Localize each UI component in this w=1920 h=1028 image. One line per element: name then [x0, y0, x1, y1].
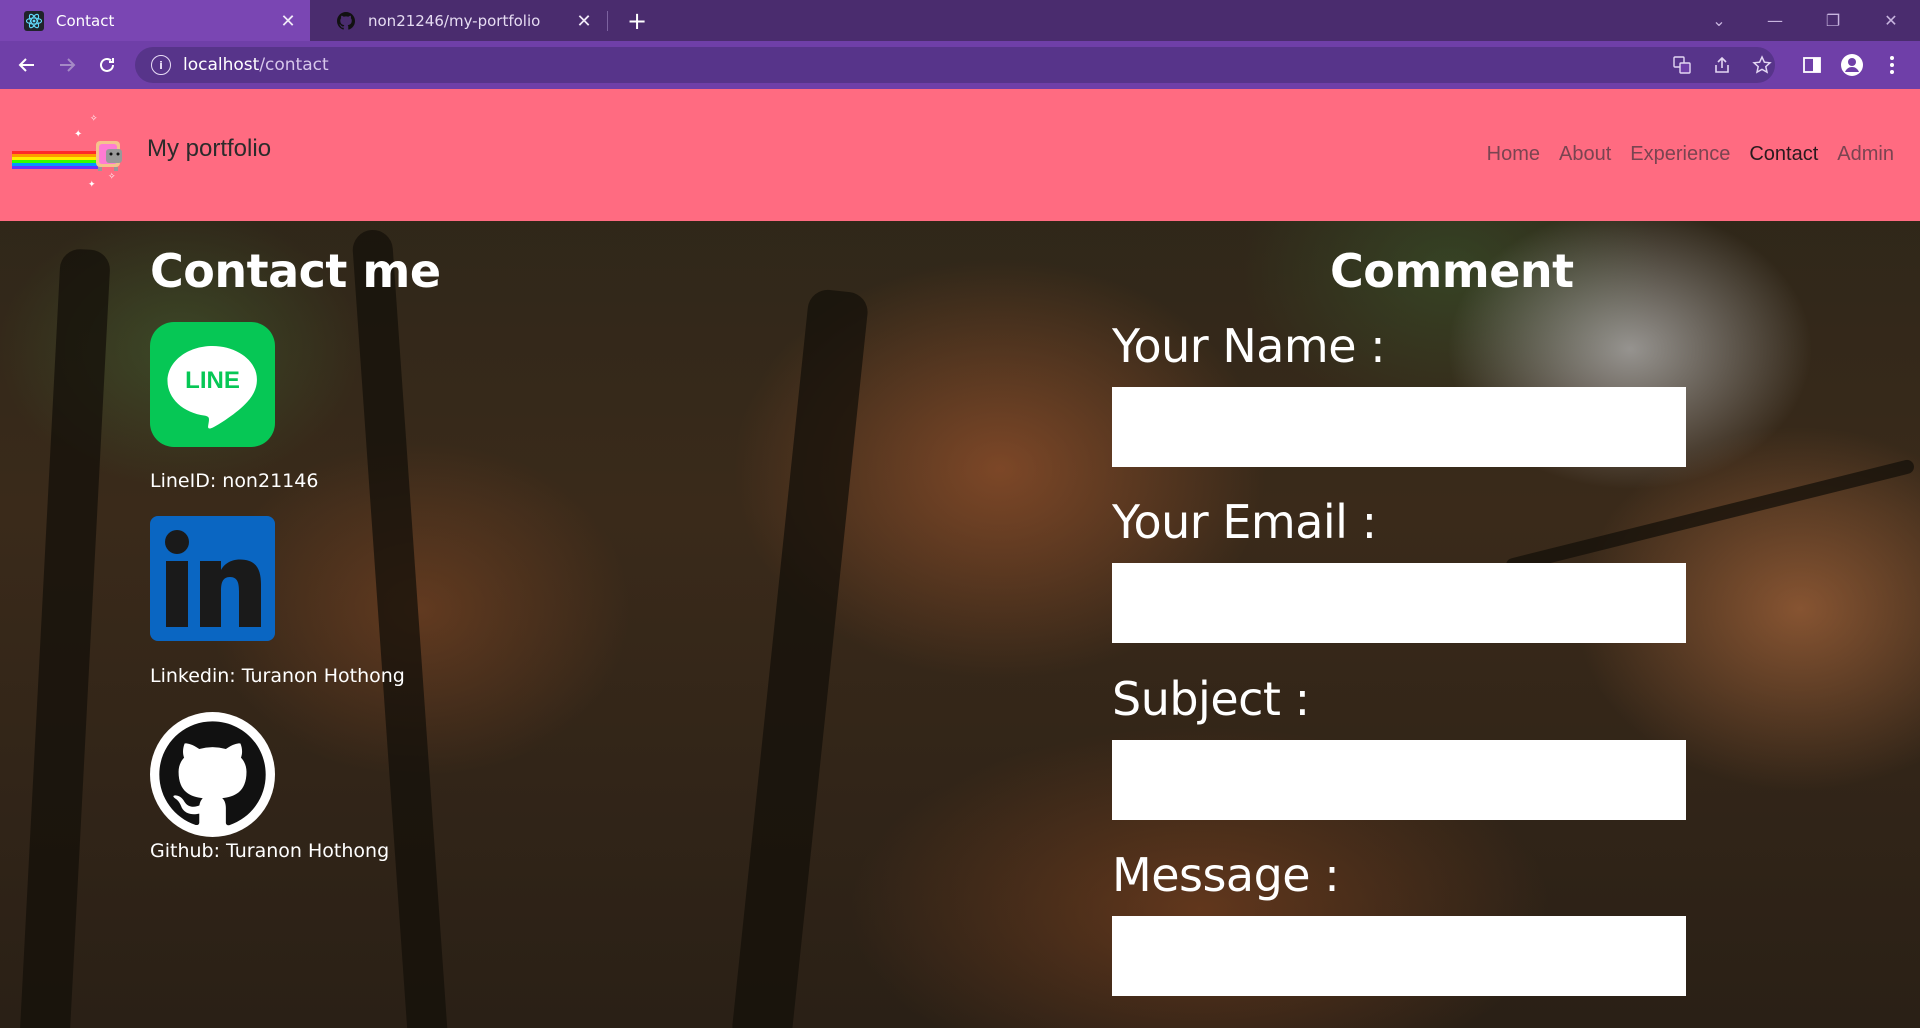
tab-github-repo[interactable]: non21246/my-portfolio ✕	[312, 0, 606, 42]
contact-title: Contact me	[150, 244, 441, 298]
menu-kebab-icon[interactable]	[1880, 53, 1904, 77]
page-viewport: ✦ ✧ ✧ ✦ My portfolio Home About Experien…	[0, 89, 1920, 1028]
background-tree-trunk	[730, 287, 870, 1028]
email-input[interactable]	[1112, 563, 1686, 643]
svg-text:✦: ✦	[88, 180, 96, 189]
svg-text:✧: ✧	[108, 172, 116, 182]
comment-title: Comment	[1330, 244, 1574, 298]
restore-icon[interactable]: ❐	[1810, 0, 1856, 40]
nav-link-contact[interactable]: Contact	[1749, 143, 1818, 166]
linkedin-icon[interactable]	[150, 516, 275, 641]
line-id-label: LineID: non21146	[150, 470, 319, 492]
tab-separator	[607, 11, 608, 31]
name-input[interactable]	[1112, 387, 1686, 467]
message-field-label: Message :	[1112, 848, 1340, 902]
forward-arrow-icon[interactable]	[51, 49, 83, 81]
nav-link-about[interactable]: About	[1559, 143, 1611, 166]
github-label: Github: Turanon Hothong	[150, 840, 390, 862]
nav-links: Home About Experience Contact Admin	[1468, 143, 1894, 166]
email-field-label: Your Email :	[1112, 495, 1377, 549]
tab-title: non21246/my-portfolio	[368, 12, 541, 30]
svg-text:✧: ✧	[90, 114, 98, 124]
background-tree-trunk	[19, 248, 111, 1028]
brand-title[interactable]: My portfolio	[147, 135, 271, 163]
message-input[interactable]	[1112, 916, 1686, 996]
react-icon	[24, 11, 44, 31]
svg-text:✦: ✦	[74, 129, 82, 140]
github-icon	[336, 11, 356, 31]
site-navbar: ✦ ✧ ✧ ✦ My portfolio Home About Experien…	[0, 89, 1920, 221]
nav-link-home[interactable]: Home	[1487, 143, 1540, 166]
line-icon[interactable]: LINE	[150, 322, 275, 447]
profile-avatar-icon[interactable]	[1840, 53, 1864, 77]
site-info-icon[interactable]: i	[151, 55, 171, 75]
address-bar[interactable]: i localhost/contact	[135, 47, 1775, 83]
back-arrow-icon[interactable]	[11, 49, 43, 81]
new-tab-button[interactable]: +	[622, 6, 652, 36]
github-icon[interactable]	[150, 712, 275, 837]
tab-contact[interactable]: Contact ✕	[0, 0, 310, 42]
side-panel-icon[interactable]	[1800, 53, 1824, 77]
background-tree-trunk	[351, 228, 449, 1028]
background-tree-branch	[1504, 458, 1916, 574]
subject-field-label: Subject :	[1112, 672, 1310, 726]
tab-search-icon[interactable]: ⌄	[1696, 0, 1742, 40]
reload-icon[interactable]	[91, 49, 123, 81]
close-icon[interactable]: ✕	[276, 9, 300, 33]
url-host: localhost	[183, 55, 260, 75]
bookmark-star-icon[interactable]	[1750, 53, 1774, 77]
browser-toolbar: i localhost/contact	[0, 41, 1920, 89]
nyan-cat-logo-icon[interactable]: ✦ ✧ ✧ ✦	[12, 109, 130, 190]
nav-link-experience[interactable]: Experience	[1630, 143, 1730, 166]
share-icon[interactable]	[1710, 53, 1734, 77]
name-field-label: Your Name :	[1112, 319, 1386, 373]
nav-link-admin[interactable]: Admin	[1837, 143, 1894, 166]
minimize-icon[interactable]: —	[1752, 0, 1798, 40]
translate-icon[interactable]	[1670, 53, 1694, 77]
url-path: /contact	[259, 55, 329, 75]
linkedin-label: Linkedin: Turanon Hothong	[150, 665, 405, 687]
tab-title: Contact	[56, 12, 115, 30]
browser-tab-strip: Contact ✕ non21246/my-portfolio ✕ + ⌄ — …	[0, 0, 1920, 42]
close-icon[interactable]: ✕	[572, 9, 596, 33]
subject-input[interactable]	[1112, 740, 1686, 820]
close-window-icon[interactable]: ✕	[1868, 0, 1914, 40]
svg-text:LINE: LINE	[185, 367, 240, 394]
